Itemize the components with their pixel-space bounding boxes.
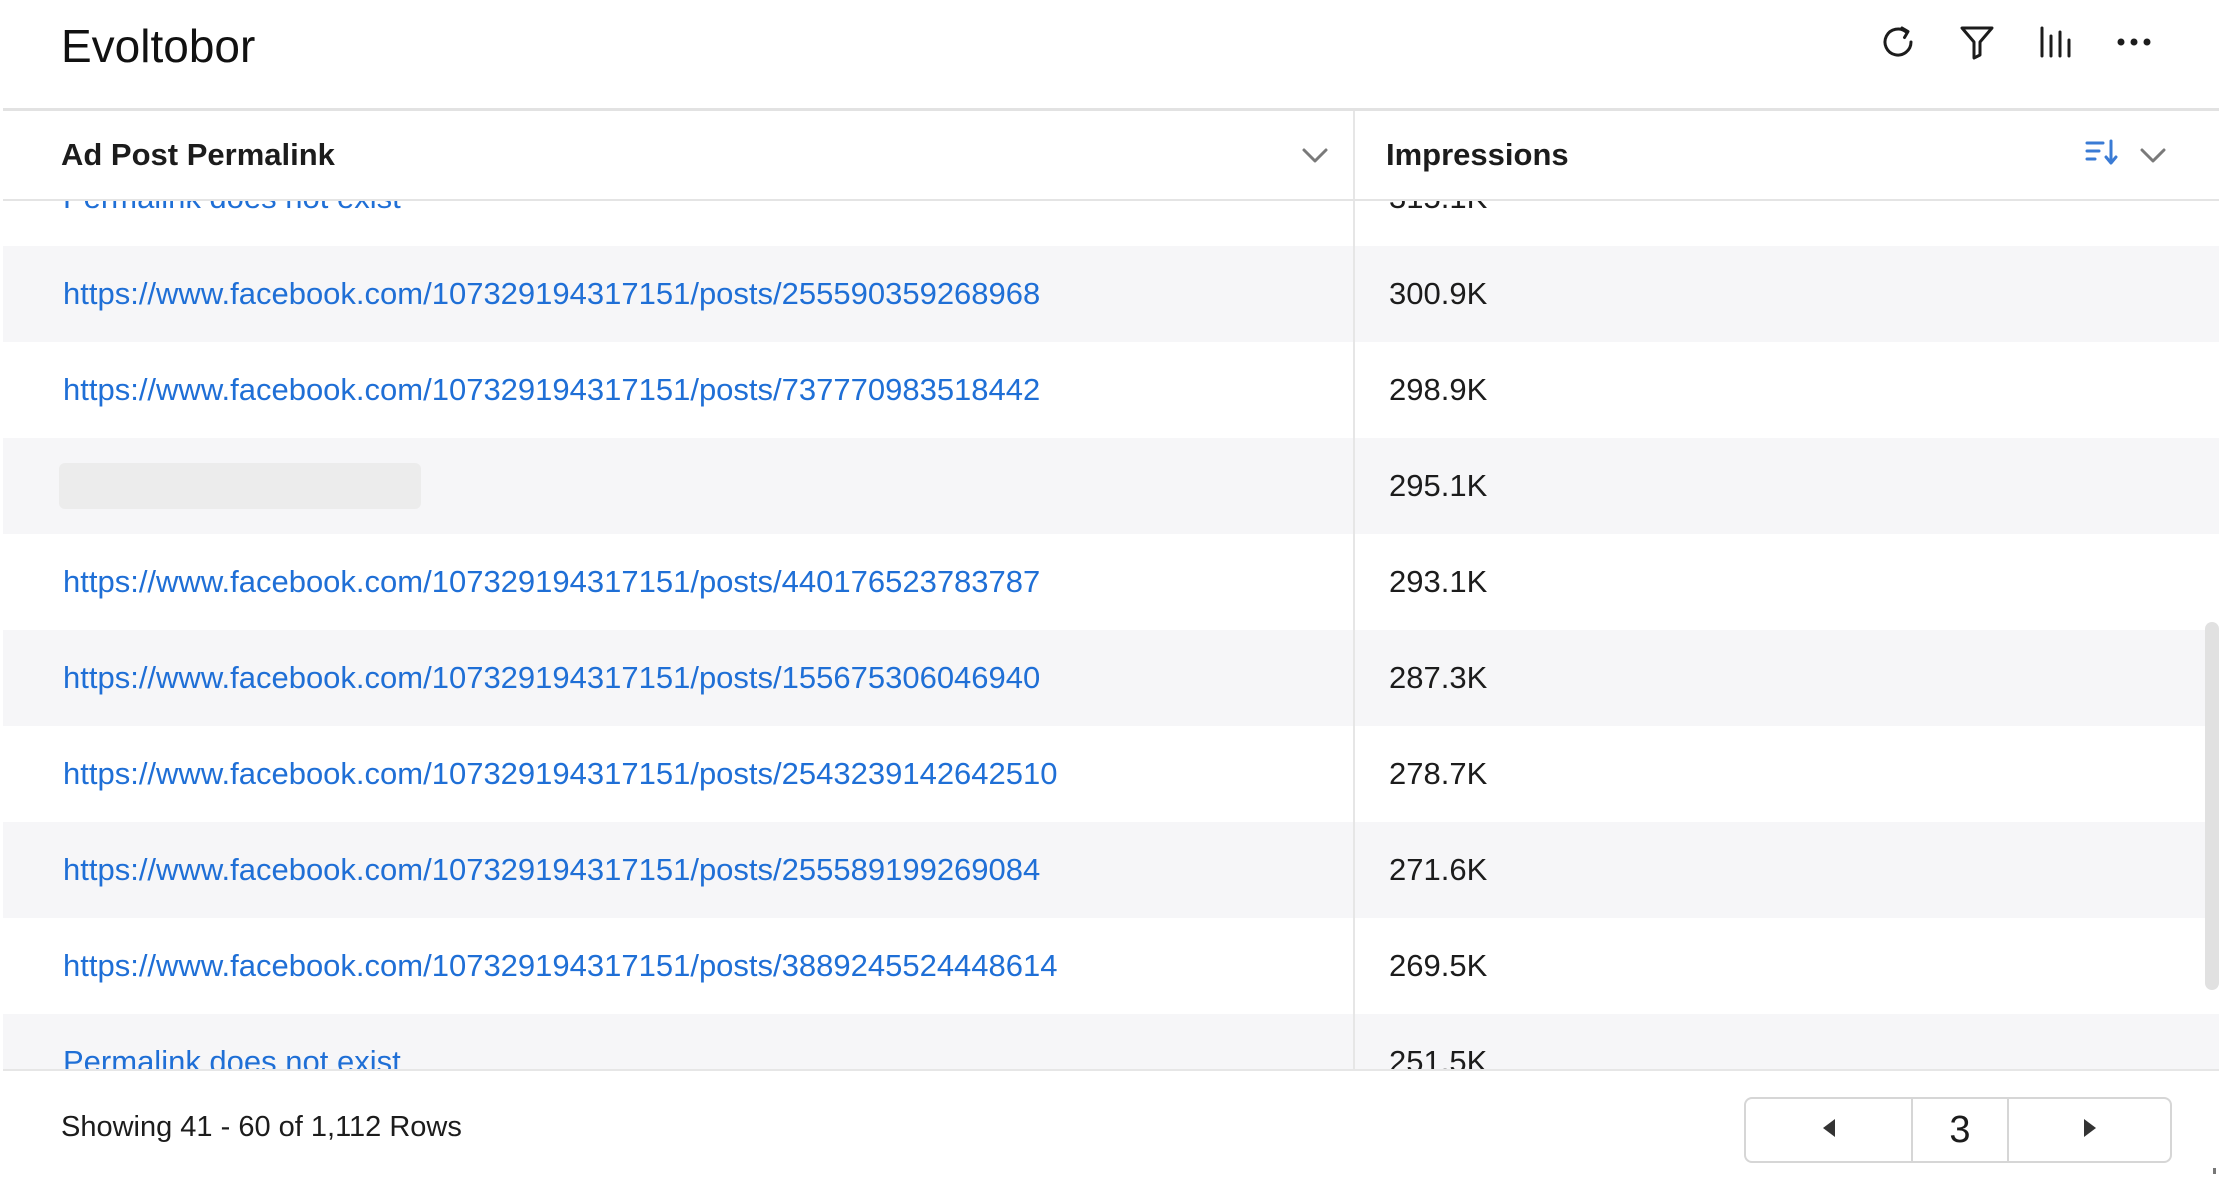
impressions-value: 278.7K — [1389, 756, 1488, 791]
filter-icon[interactable] — [1955, 20, 1999, 64]
permalink-link[interactable]: https://www.facebook.com/107329194317151… — [63, 658, 1040, 698]
refresh-icon[interactable] — [1876, 20, 1920, 64]
column-header-impressions[interactable]: Impressions — [1355, 111, 2219, 199]
table-row: 295.1K — [3, 438, 2219, 534]
table-row: https://www.facebook.com/107329194317151… — [3, 822, 2219, 918]
caret-right-icon — [2079, 1116, 2101, 1145]
permalink-link[interactable]: https://www.facebook.com/107329194317151… — [63, 562, 1040, 602]
next-page-button[interactable] — [2009, 1099, 2170, 1161]
previous-page-button[interactable] — [1746, 1099, 1913, 1161]
caret-left-icon — [1818, 1116, 1840, 1145]
permalink-link[interactable]: https://www.facebook.com/107329194317151… — [63, 274, 1040, 314]
permalink-link[interactable]: https://www.facebook.com/107329194317151… — [63, 850, 1040, 890]
widget-title: Evoltobor — [61, 20, 256, 72]
permalink-link[interactable]: https://www.facebook.com/107329194317151… — [63, 754, 1058, 794]
chevron-down-icon[interactable] — [1299, 141, 1331, 174]
impressions-value: 271.6K — [1389, 852, 1488, 887]
impressions-value: 269.5K — [1389, 948, 1488, 983]
more-icon[interactable] — [2112, 20, 2156, 64]
column-header-permalink[interactable]: Ad Post Permalink — [3, 111, 1353, 199]
impressions-value: 287.3K — [1389, 660, 1488, 695]
pagination: 3 — [1744, 1097, 2172, 1163]
table-row: https://www.facebook.com/107329194317151… — [3, 342, 2219, 438]
column-header-divider — [3, 199, 2219, 201]
table-row: https://www.facebook.com/107329194317151… — [3, 726, 2219, 822]
table-footer: Showing 41 - 60 of 1,112 Rows 3 — [0, 1071, 2222, 1194]
permalink-link[interactable]: Permalink does not exist — [63, 1042, 401, 1069]
table-row: Permalink does not exist 251.5K — [3, 1014, 2219, 1069]
column-header-label: Ad Post Permalink — [61, 137, 335, 172]
impressions-value: 300.9K — [1389, 276, 1488, 311]
column-header-label: Impressions — [1386, 137, 1569, 172]
permalink-link[interactable]: https://www.facebook.com/107329194317151… — [63, 946, 1058, 986]
table-body[interactable]: Permalink does not exist 315.1K https://… — [3, 201, 2219, 1069]
impressions-value: 298.9K — [1389, 372, 1488, 407]
loading-placeholder — [59, 463, 421, 509]
chevron-down-icon[interactable] — [2137, 141, 2169, 174]
permalink-link[interactable]: https://www.facebook.com/107329194317151… — [63, 370, 1040, 410]
impressions-value: 295.1K — [1389, 468, 1488, 503]
impressions-value: 251.5K — [1389, 1044, 1488, 1069]
chart-icon[interactable] — [2034, 20, 2078, 64]
rows-info: Showing 41 - 60 of 1,112 Rows — [61, 1111, 462, 1143]
table-widget: Evoltobor Ad Post Permalink Impressions … — [0, 0, 2222, 1194]
impressions-value: 315.1K — [1389, 201, 1487, 218]
column-divider — [1353, 111, 1355, 1071]
table-row: https://www.facebook.com/107329194317151… — [3, 246, 2219, 342]
permalink-link[interactable]: Permalink does not exist — [63, 201, 401, 218]
vertical-scrollbar[interactable] — [2205, 622, 2219, 990]
table-row: Permalink does not exist 315.1K — [3, 201, 2219, 246]
table-row: https://www.facebook.com/107329194317151… — [3, 630, 2219, 726]
table-row: https://www.facebook.com/107329194317151… — [3, 918, 2219, 1014]
widget-header: Evoltobor — [0, 0, 2222, 110]
table-row: https://www.facebook.com/107329194317151… — [3, 534, 2219, 630]
sort-descending-icon[interactable] — [2084, 137, 2120, 172]
resize-handle[interactable] — [2213, 1168, 2216, 1174]
current-page[interactable]: 3 — [1913, 1099, 2009, 1161]
impressions-value: 293.1K — [1389, 564, 1488, 599]
